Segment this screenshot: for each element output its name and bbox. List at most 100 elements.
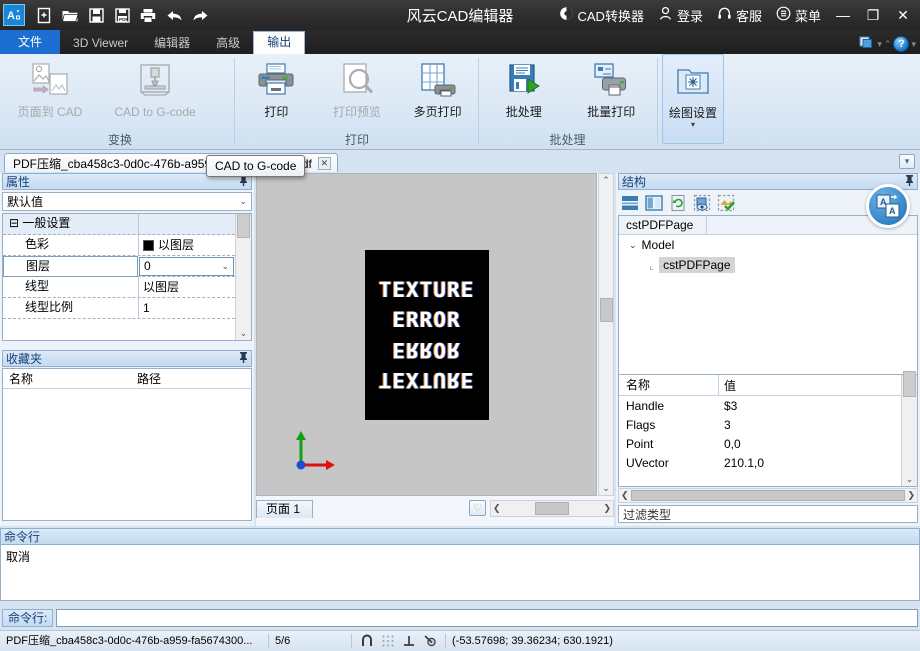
scroll-left-icon[interactable]: ❮: [493, 503, 501, 514]
properties-grid-scrollbar[interactable]: ⌃ ⌄: [235, 214, 251, 340]
scrollbar-thumb[interactable]: [535, 502, 569, 515]
tab-advanced[interactable]: 高级: [203, 32, 253, 54]
page-horizontal-scrollbar[interactable]: ❮ ❯: [490, 500, 614, 517]
support-button[interactable]: 客服: [710, 0, 769, 30]
tab-editor[interactable]: 编辑器: [141, 32, 203, 54]
property-row-color[interactable]: 色彩 以图层: [3, 235, 235, 256]
scroll-down-icon[interactable]: ⌄: [240, 328, 248, 339]
command-input[interactable]: [56, 609, 918, 627]
scroll-up-icon[interactable]: ⌃: [602, 175, 610, 186]
help-dropdown-icon[interactable]: ▾: [911, 39, 916, 50]
property-row-linetype[interactable]: 线型 以图层: [3, 277, 235, 298]
tab-3d-viewer[interactable]: 3D Viewer: [60, 32, 141, 54]
snap-icon[interactable]: [360, 634, 374, 648]
translate-icon[interactable]: AA: [866, 184, 910, 228]
print-button[interactable]: 打印: [236, 54, 317, 130]
property-preset-combo[interactable]: 默认值 ⌄: [2, 192, 252, 211]
page-tab-1[interactable]: 页面 1: [256, 500, 313, 518]
table-row[interactable]: UVector 210.1,0: [619, 453, 901, 472]
batch-process-button[interactable]: 批处理: [480, 54, 568, 130]
pin-icon[interactable]: [905, 175, 914, 189]
rows-layout-icon[interactable]: [621, 194, 639, 212]
tree-node-cstpdfpage[interactable]: ⌞ cstPDFPage: [619, 255, 917, 275]
expander-icon[interactable]: ⊟: [9, 216, 19, 230]
favorite-heart-icon[interactable]: ♡: [469, 500, 486, 516]
tab-output[interactable]: 输出: [253, 31, 305, 54]
tree-node-model[interactable]: ⌄ Model: [619, 235, 917, 255]
ortho-icon[interactable]: [402, 634, 416, 648]
scrollbar-thumb[interactable]: [631, 490, 906, 501]
chevron-down-icon[interactable]: ⌄: [221, 258, 229, 275]
print-icon[interactable]: [135, 2, 161, 28]
drawing-viewport[interactable]: TEXTURE ERROR ERROR TEXTURE: [256, 173, 597, 496]
cad-converter-button[interactable]: CAD转换器: [552, 0, 651, 30]
scroll-left-icon[interactable]: ❮: [621, 490, 629, 501]
page-to-cad-button[interactable]: 页面到 CAD: [4, 54, 96, 130]
scrollbar-thumb[interactable]: [903, 371, 916, 397]
scroll-down-icon[interactable]: ⌄: [906, 474, 914, 485]
document-tab-menu-icon[interactable]: ▾: [899, 154, 915, 169]
refresh-page-icon[interactable]: [669, 194, 687, 212]
batch-print-label: 批量打印: [587, 105, 635, 119]
polar-icon[interactable]: [423, 634, 437, 648]
new-icon[interactable]: [31, 2, 57, 28]
tab-file[interactable]: 文件: [0, 30, 60, 54]
login-label: 登录: [677, 6, 703, 25]
property-row-category[interactable]: ⊟ 一般设置: [3, 214, 235, 235]
login-button[interactable]: 登录: [651, 0, 710, 30]
multipage-print-button[interactable]: 多页打印: [397, 54, 478, 130]
plot-settings-dropdown-icon[interactable]: ▾: [691, 121, 695, 129]
value-data-uvector: 210.1,0: [719, 456, 901, 470]
multipage-print-label: 多页打印: [414, 105, 462, 119]
scroll-right-icon[interactable]: ❯: [907, 490, 915, 501]
canvas-vertical-scrollbar[interactable]: ⌃ ⌄: [598, 173, 614, 496]
menu-button[interactable]: 菜单: [769, 0, 828, 30]
scrollbar-thumb[interactable]: [600, 298, 613, 322]
table-row[interactable]: Flags 3: [619, 415, 901, 434]
grid-icon[interactable]: [381, 634, 395, 648]
tabbar-dropdown-icon[interactable]: ▾: [877, 39, 882, 50]
values-grid-scrollbar[interactable]: ⌃ ⌄: [901, 375, 917, 486]
values-grid-rows: 名称 值 Handle $3 Flags 3 Point 0,0: [619, 375, 901, 486]
table-row[interactable]: Handle $3: [619, 396, 901, 415]
property-row-layer[interactable]: 图层 0 ⌄: [3, 256, 235, 277]
minimize-button[interactable]: —: [828, 0, 858, 30]
save-icon[interactable]: [83, 2, 109, 28]
user-icon: [658, 6, 673, 24]
window-switch-icon[interactable]: [859, 35, 875, 53]
plot-settings-button[interactable]: 绘图设置 ▾: [662, 54, 724, 144]
collapse-ribbon-icon[interactable]: ⌃: [884, 39, 892, 50]
property-row-linescale[interactable]: 线型比例 1: [3, 298, 235, 319]
table-row[interactable]: Point 0,0: [619, 434, 901, 453]
ribbon-tab-bar: 文件 3D Viewer 编辑器 高级 输出 ▾ ⌃ ? ▾: [0, 30, 920, 54]
scroll-right-icon[interactable]: ❯: [603, 503, 611, 514]
status-bar: PDF压缩_cba458c3-0d0c-476b-a959-fa5674300.…: [0, 630, 920, 650]
pin-icon[interactable]: [239, 352, 248, 366]
save-pdf-icon[interactable]: PDF: [109, 2, 135, 28]
tree-node-cstpdfpage-label: cstPDFPage: [659, 257, 734, 273]
command-panel-title: 命令行: [0, 528, 920, 545]
chevron-down-icon[interactable]: ⌄: [629, 240, 637, 251]
maximize-button[interactable]: ❐: [858, 0, 888, 30]
values-horizontal-scrollbar[interactable]: ❮ ❯: [618, 488, 918, 503]
scroll-down-icon[interactable]: ⌄: [602, 483, 610, 494]
command-history[interactable]: 取消: [0, 545, 920, 601]
property-category-label: ⊟ 一般设置: [3, 214, 138, 235]
open-folder-icon[interactable]: [57, 2, 83, 28]
apply-check-icon[interactable]: [717, 194, 735, 212]
close-button[interactable]: ✕: [888, 0, 918, 30]
command-panel: 命令行 取消: [0, 528, 920, 603]
batch-print-button[interactable]: 批量打印: [568, 54, 656, 130]
redo-icon[interactable]: [187, 2, 213, 28]
help-button[interactable]: ?: [893, 36, 909, 52]
close-document-icon[interactable]: ✕: [318, 157, 331, 170]
property-value-layer-combo[interactable]: 0 ⌄: [139, 257, 234, 276]
columns-layout-icon[interactable]: [645, 194, 663, 212]
preview-select-icon[interactable]: [693, 194, 711, 212]
values-panel: 名称 值 Handle $3 Flags 3 Point 0,0: [618, 374, 918, 524]
print-preview-button[interactable]: 打印预览: [317, 54, 398, 130]
undo-icon[interactable]: [161, 2, 187, 28]
scrollbar-thumb[interactable]: [237, 213, 250, 238]
cad-to-gcode-button[interactable]: CAD to G-code: [96, 54, 214, 130]
filter-type-input[interactable]: 过滤类型: [618, 505, 918, 523]
